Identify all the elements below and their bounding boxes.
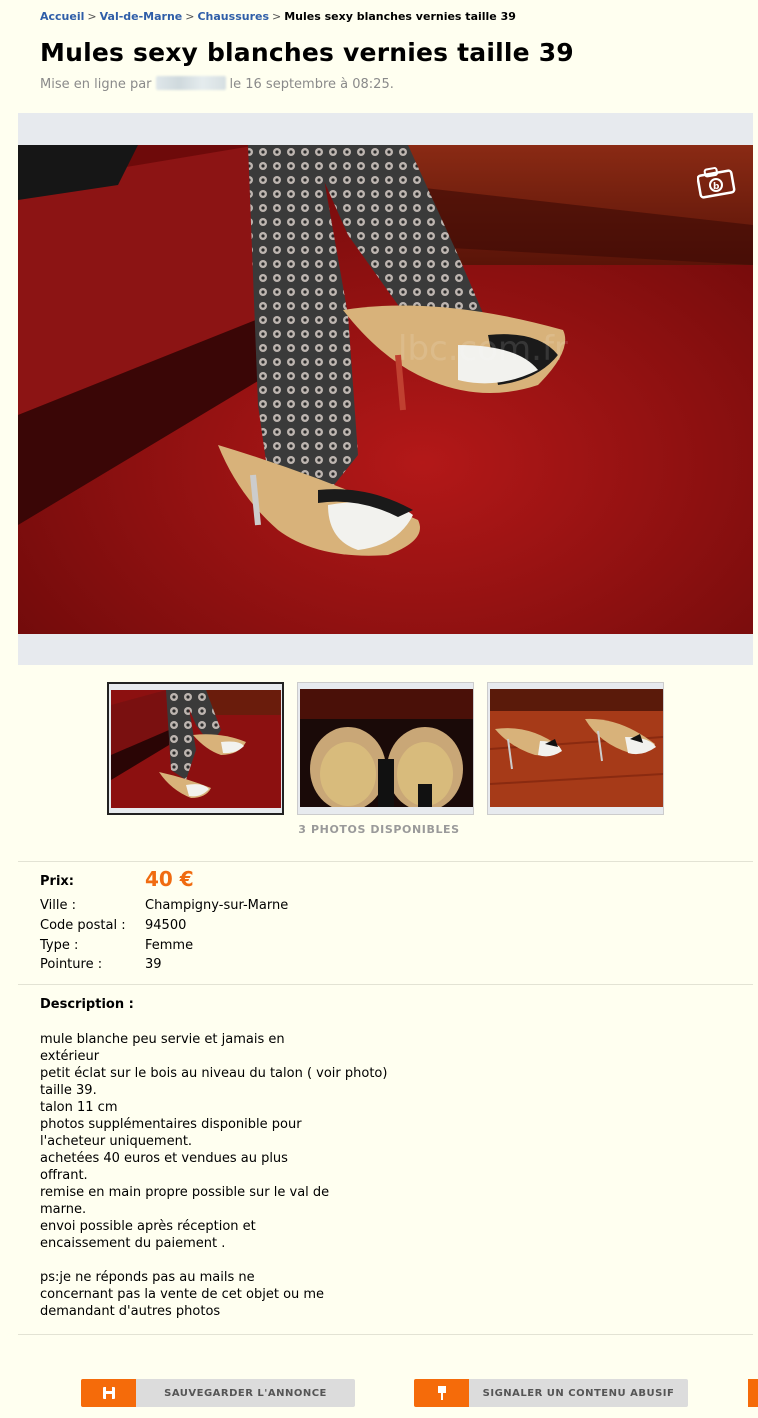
description-line: marne.	[40, 1202, 87, 1217]
price-value: 40 €	[145, 867, 194, 891]
description-line: extérieur	[40, 1049, 100, 1064]
description-title: Description :	[40, 997, 134, 1012]
save-ad-button[interactable]: SAUVEGARDER L'ANNONCE	[81, 1379, 355, 1407]
divider	[18, 1334, 753, 1335]
save-ad-label: SAUVEGARDER L'ANNONCE	[164, 1387, 327, 1399]
description-line: encaissement du paiement .	[40, 1236, 226, 1251]
description-line: photos supplémentaires disponible pour	[40, 1117, 302, 1132]
detail-value: Champigny-sur-Marne	[145, 898, 289, 913]
svg-text:lbc.com.fr: lbc.com.fr	[398, 329, 568, 369]
seller-name-blurred	[155, 76, 226, 90]
photo-count-label: 3 PHOTOS DISPONIBLES	[298, 823, 460, 836]
description-line: talon 11 cm	[40, 1100, 118, 1115]
posted-info: Mise en ligne par le 16 septembre à 08:25…	[40, 76, 394, 92]
description-line: demandant d'autres photos	[40, 1304, 221, 1319]
description-line: remise en main propre possible sur le va…	[40, 1185, 330, 1200]
thumbnail-strip	[107, 682, 667, 816]
svg-text:b: b	[713, 182, 720, 192]
description-line: l'acheteur uniquement.	[40, 1134, 193, 1149]
detail-label: Pointure :	[40, 957, 103, 972]
breadcrumb-separator: >	[185, 10, 195, 23]
breadcrumb-current: Mules sexy blanches vernies taille 39	[284, 10, 516, 23]
detail-value: 39	[145, 957, 162, 972]
description-line: offrant.	[40, 1168, 88, 1183]
detail-label: Ville :	[40, 898, 76, 913]
divider	[18, 861, 753, 862]
breadcrumb: Accueil > Val-de-Marne > Chaussures > Mules se…	[40, 10, 516, 23]
detail-label: Type :	[40, 938, 79, 953]
detail-label: Code postal :	[40, 918, 126, 933]
description-line: taille 39.	[40, 1083, 97, 1098]
thumbnail-1[interactable]	[107, 682, 284, 815]
posted-prefix: Mise en ligne par	[40, 77, 152, 92]
breadcrumb-region-link[interactable]: Val-de-Marne	[100, 10, 183, 23]
breadcrumb-separator: >	[87, 10, 97, 23]
report-abuse-label: SIGNALER UN CONTENU ABUSIF	[482, 1387, 675, 1399]
description-line	[40, 1252, 420, 1269]
description-body: mule blanche peu servie et jamais en ext…	[40, 1031, 420, 1320]
breadcrumb-category-link[interactable]: Chaussures	[197, 10, 269, 23]
breadcrumb-home-link[interactable]: Accueil	[40, 10, 84, 23]
description-line: achetées 40 euros et vendues au plus	[40, 1151, 288, 1166]
pin-icon	[414, 1379, 469, 1407]
description-line: concernant pas la vente de cet objet ou …	[40, 1287, 325, 1302]
report-abuse-button[interactable]: SIGNALER UN CONTENU ABUSIF	[414, 1379, 688, 1407]
description-line: mule blanche peu servie et jamais en	[40, 1032, 285, 1047]
description-line: envoi possible après réception et	[40, 1219, 256, 1234]
description-line: petit éclat sur le bois au niveau du tal…	[40, 1066, 388, 1081]
page-title: Mules sexy blanches vernies taille 39	[40, 38, 574, 67]
breadcrumb-separator: >	[272, 10, 282, 23]
share-button-partial[interactable]	[748, 1379, 758, 1407]
thumbnail-3[interactable]	[487, 682, 664, 815]
description-line: ps:je ne réponds pas au mails ne	[40, 1270, 255, 1285]
main-photo[interactable]: lbc.com.fr b	[18, 145, 753, 634]
camera-icon: b	[697, 165, 737, 199]
price-label: Prix:	[40, 874, 74, 889]
thumbnail-2[interactable]	[297, 682, 474, 815]
photo-viewer: lbc.com.fr b	[18, 113, 753, 665]
posted-date: le 16 septembre à 08:25.	[229, 77, 394, 92]
detail-value: 94500	[145, 918, 187, 933]
divider	[18, 984, 753, 985]
save-icon	[81, 1379, 136, 1407]
detail-value: Femme	[145, 938, 194, 953]
